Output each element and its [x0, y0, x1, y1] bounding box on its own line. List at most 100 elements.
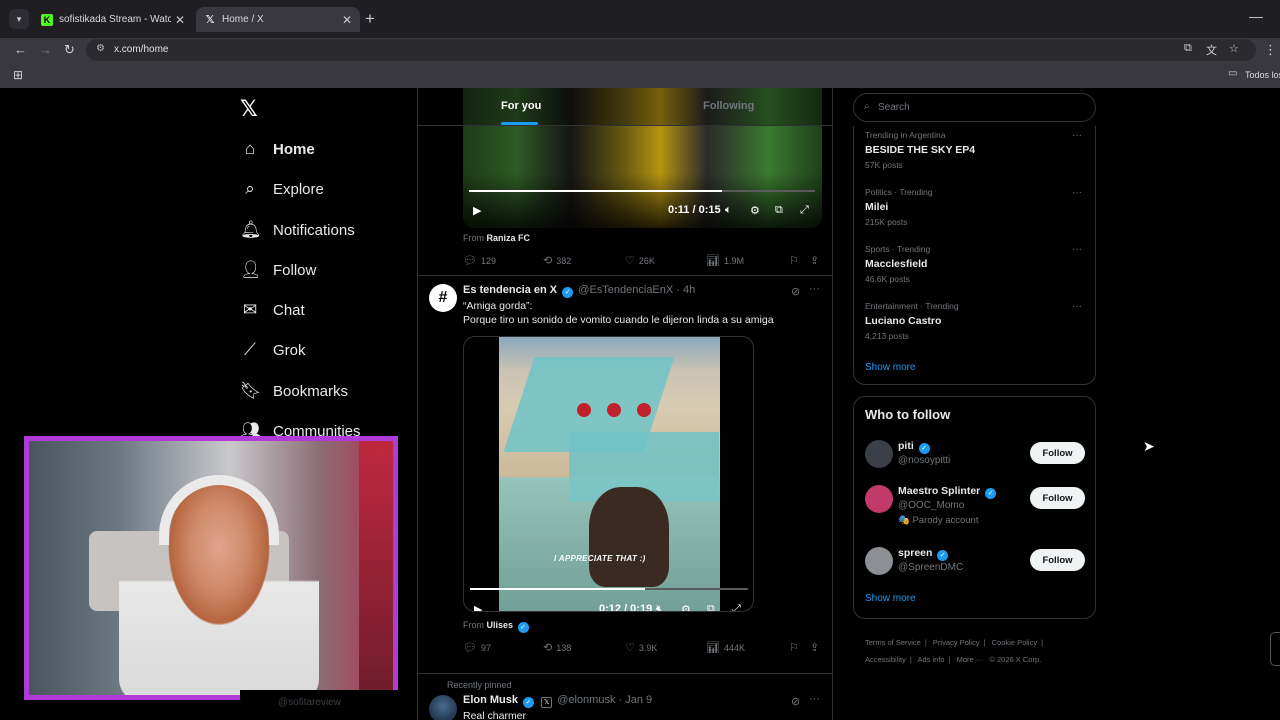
- menu-icon[interactable]: ⋮: [1264, 42, 1277, 58]
- fullscreen-icon[interactable]: ⤢: [732, 603, 741, 611]
- post-time[interactable]: 4h: [683, 284, 695, 296]
- more-icon[interactable]: ···: [809, 693, 820, 705]
- nav-notifications[interactable]: 🔔︎ Notifications: [240, 215, 355, 245]
- follow-button[interactable]: Follow: [1030, 442, 1085, 464]
- star-icon[interactable]: ☆: [1229, 42, 1239, 55]
- from-name[interactable]: Raniza FC: [487, 233, 531, 243]
- translate-icon[interactable]: 文: [1206, 42, 1217, 58]
- tab-following[interactable]: Following: [703, 100, 754, 112]
- forward-button[interactable]: →: [39, 42, 52, 58]
- author-name[interactable]: Elon Musk: [463, 694, 518, 706]
- grok-icon[interactable]: ⊘: [791, 695, 800, 708]
- reload-button[interactable]: ↻: [64, 42, 75, 58]
- trend-item[interactable]: Politics · Trending Milei 215K posts ···: [865, 187, 1085, 227]
- hashtag-avatar[interactable]: #: [429, 284, 457, 312]
- close-icon[interactable]: ✕: [175, 13, 185, 27]
- search-input[interactable]: ⌕ Search: [853, 93, 1096, 122]
- new-tab-button[interactable]: +: [365, 9, 375, 29]
- from-name[interactable]: Ulises: [487, 620, 514, 630]
- footer-link[interactable]: Terms of Service: [865, 638, 921, 647]
- back-button[interactable]: ←: [14, 42, 27, 58]
- author-handle[interactable]: @elonmusk: [557, 694, 615, 706]
- trend-item[interactable]: Trending in Argentina BESIDE THE SKY EP4…: [865, 130, 1085, 170]
- x-logo-icon[interactable]: 𝕏: [240, 96, 258, 122]
- footer-link[interactable]: More ···: [957, 655, 984, 664]
- bookmarks-folder-label[interactable]: Todos los: [1245, 70, 1280, 80]
- footer-link[interactable]: Accessibility: [865, 655, 906, 664]
- volume-icon[interactable]: 🔈︎: [725, 204, 732, 217]
- like-button[interactable]: ♡ 3.9K: [625, 641, 657, 654]
- avatar[interactable]: [429, 695, 457, 720]
- fullscreen-icon[interactable]: ⤢: [800, 204, 809, 217]
- share-button[interactable]: ⇪: [810, 641, 823, 654]
- follow-button[interactable]: Follow: [1030, 549, 1085, 571]
- views-button[interactable]: 📊︎ 444K: [706, 641, 745, 654]
- nav-explore[interactable]: ⌕ Explore: [240, 174, 324, 204]
- nav-grok[interactable]: ⟋ Grok: [240, 335, 305, 365]
- bookmark-button[interactable]: ⚐: [789, 641, 803, 654]
- tab-kick[interactable]: K sofistikada Stream - Watch Live ✕: [33, 7, 193, 32]
- pip-icon[interactable]: ⧉: [775, 204, 783, 217]
- more-icon[interactable]: ···: [1072, 244, 1082, 255]
- trends-show-more-link[interactable]: Show more: [865, 362, 916, 373]
- more-icon[interactable]: ···: [1072, 130, 1082, 141]
- grok-icon[interactable]: ⊘: [791, 285, 800, 298]
- avatar[interactable]: [865, 485, 893, 513]
- more-icon[interactable]: ···: [809, 283, 820, 295]
- more-icon[interactable]: ···: [1072, 301, 1082, 312]
- apps-grid-icon[interactable]: ⊞: [13, 68, 23, 82]
- user-name[interactable]: piti ✓: [898, 440, 932, 454]
- tab-for-you[interactable]: For you: [501, 100, 541, 112]
- user-name[interactable]: spreen ✓: [898, 547, 950, 561]
- post-actions: 💬︎ 129 ⟲ 382 ♡ 26K 📊︎ 1.9M ⚐ ⇪: [463, 254, 823, 268]
- user-handle[interactable]: @nosoypitti: [898, 455, 950, 466]
- author-name[interactable]: Es tendencia en X: [463, 284, 557, 296]
- settings-icon[interactable]: ⚙: [681, 603, 691, 611]
- repost-button[interactable]: ⟲ 382: [543, 254, 571, 267]
- footer-link[interactable]: Privacy Policy: [933, 638, 980, 647]
- nav-home[interactable]: ⌂ Home: [240, 134, 315, 164]
- settings-icon[interactable]: ⚙: [750, 204, 760, 217]
- views-button[interactable]: 📊︎ 1.9M: [706, 254, 744, 267]
- reply-button[interactable]: 💬︎ 97: [463, 641, 491, 654]
- mute-icon[interactable]: 🔇︎: [656, 603, 663, 611]
- repost-button[interactable]: ⟲ 138: [543, 641, 571, 654]
- trend-item[interactable]: Entertainment · Trending Luciano Castro …: [865, 301, 1085, 341]
- tab-search-button[interactable]: ▾: [9, 9, 29, 29]
- nav-chat[interactable]: ✉ Chat: [240, 295, 305, 325]
- folder-icon[interactable]: ▭: [1228, 68, 1237, 79]
- active-tab-indicator: [501, 122, 538, 125]
- video-progress-bar[interactable]: [469, 190, 722, 192]
- bookmark-button[interactable]: ⚐: [789, 254, 803, 267]
- site-info-icon[interactable]: ⚙: [96, 43, 105, 54]
- share-button[interactable]: ⇪: [810, 254, 823, 267]
- trend-item[interactable]: Sports · Trending Macclesfield 46.6K pos…: [865, 244, 1085, 284]
- minimize-button[interactable]: —: [1249, 8, 1263, 24]
- nav-follow[interactable]: 👤︎ Follow: [240, 255, 316, 285]
- avatar[interactable]: [865, 440, 893, 468]
- footer-link[interactable]: Cookie Policy: [992, 638, 1037, 647]
- floating-widget[interactable]: [1270, 632, 1280, 666]
- author-handle[interactable]: @EsTendenciaEnX: [578, 284, 673, 296]
- like-button[interactable]: ♡ 26K: [625, 254, 655, 267]
- reply-button[interactable]: 💬︎ 129: [463, 254, 496, 267]
- install-icon[interactable]: ⧉: [1184, 42, 1192, 55]
- user-name[interactable]: Maestro Splinter ✓: [898, 485, 998, 499]
- follow-button[interactable]: Follow: [1030, 487, 1085, 509]
- tab-x-home[interactable]: 𝕏 Home / X ✕: [196, 7, 360, 32]
- close-icon[interactable]: ✕: [342, 13, 352, 27]
- play-icon[interactable]: ▶: [473, 204, 481, 217]
- more-icon[interactable]: ···: [1072, 187, 1082, 198]
- play-icon[interactable]: ▶: [474, 603, 482, 611]
- address-bar[interactable]: ⚙ x.com/home ⧉ 文 ☆: [86, 39, 1256, 61]
- footer-link[interactable]: Ads info: [917, 655, 944, 664]
- wtf-show-more-link[interactable]: Show more: [865, 593, 916, 604]
- video-player[interactable]: I APPRECIATE THAT :) ▶ 0:12 / 0:19 🔇︎ ⚙ …: [463, 336, 754, 612]
- video-progress-bar[interactable]: [470, 588, 645, 590]
- pip-icon[interactable]: ⧉: [707, 603, 715, 611]
- user-handle[interactable]: @OOC_Momo: [898, 500, 964, 511]
- post-date[interactable]: Jan 9: [625, 694, 652, 706]
- user-handle[interactable]: @SpreenDMC: [898, 562, 963, 573]
- nav-bookmarks[interactable]: 🔖︎ Bookmarks: [240, 376, 348, 406]
- avatar[interactable]: [865, 547, 893, 575]
